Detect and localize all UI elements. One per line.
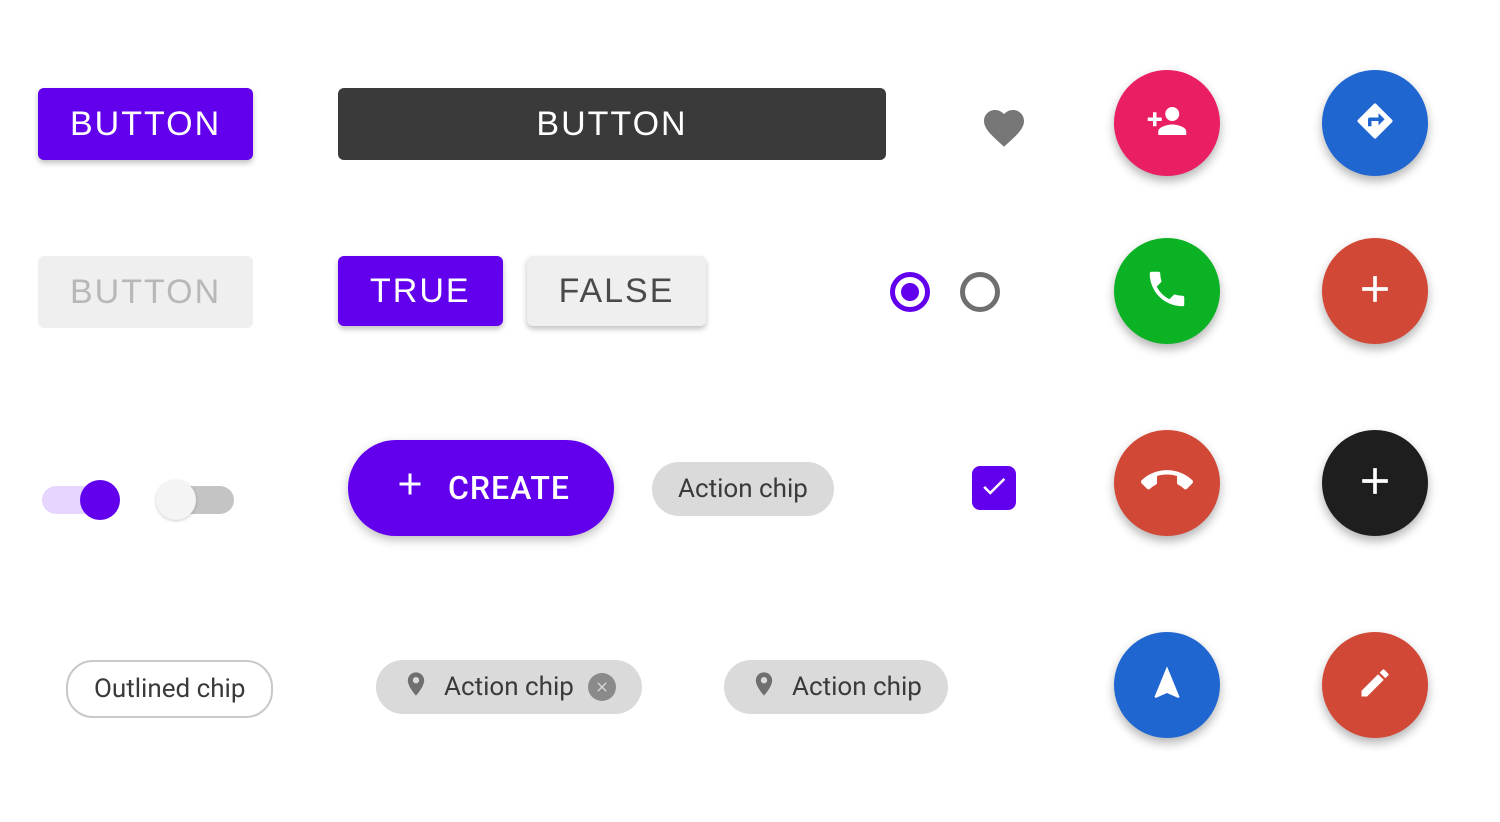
create-extended-fab[interactable]: CREATE [348,440,614,536]
chip-label: Action chip [444,672,574,702]
action-chip[interactable]: Action chip [652,462,834,516]
button-label: BUTTON [70,273,221,312]
action-chip-with-close[interactable]: Action chip [376,660,642,714]
button-label: TRUE [370,272,471,311]
fab-navigation[interactable] [1114,632,1220,738]
add-person-icon [1146,100,1188,146]
fab-hangup[interactable] [1114,430,1220,536]
primary-button[interactable]: BUTTON [38,88,253,160]
plus-icon [392,466,428,510]
action-chip-location[interactable]: Action chip [724,660,948,714]
button-label: BUTTON [536,105,687,144]
location-icon [750,670,778,705]
plus-icon [1353,267,1397,315]
button-label: CREATE [448,469,570,507]
switch-on[interactable] [42,486,116,514]
fab-add-person[interactable] [1114,70,1220,176]
button-label: FALSE [559,272,675,311]
navigation-icon [1147,663,1187,707]
disabled-button: BUTTON [38,256,253,328]
close-icon[interactable] [588,673,616,701]
fab-directions[interactable] [1322,70,1428,176]
outlined-chip[interactable]: Outlined chip [66,660,273,718]
directions-icon [1354,100,1396,146]
dark-button[interactable]: BUTTON [338,88,886,160]
fab-add-red[interactable] [1322,238,1428,344]
edit-icon [1357,665,1393,705]
fab-phone[interactable] [1114,238,1220,344]
button-label: BUTTON [70,105,221,144]
plus-icon [1353,459,1397,507]
hangup-icon [1141,455,1193,511]
chip-label: Action chip [678,474,808,504]
heart-icon[interactable] [980,104,1028,156]
fab-edit[interactable] [1322,632,1428,738]
location-icon [402,670,430,705]
fab-add-black[interactable] [1322,430,1428,536]
phone-icon [1144,266,1190,316]
segment-false-button[interactable]: FALSE [527,256,707,326]
chip-label: Action chip [792,672,922,702]
switch-off[interactable] [160,486,234,514]
check-icon [979,471,1009,505]
radio-unselected[interactable] [960,272,1000,312]
checkbox-checked[interactable] [972,466,1016,510]
radio-selected[interactable] [890,272,930,312]
chip-label: Outlined chip [94,674,245,704]
segment-true-button[interactable]: TRUE [338,256,503,326]
